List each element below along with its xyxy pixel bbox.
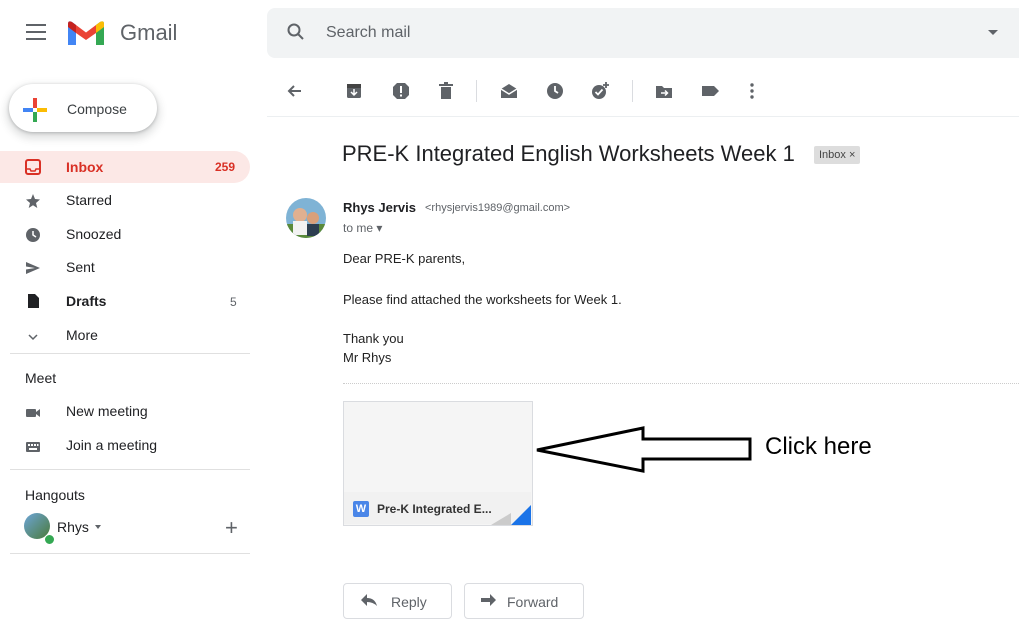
divider	[267, 116, 1019, 117]
compose-label: Compose	[67, 101, 127, 117]
add-hangout-plus-icon[interactable]: +	[225, 515, 238, 541]
email-body: Please find attached the worksheets for …	[343, 292, 622, 307]
search-options-caret-icon[interactable]	[988, 30, 998, 35]
forward-label: Forward	[507, 594, 559, 610]
inbox-icon	[25, 159, 41, 175]
toolbar-separator	[632, 80, 633, 102]
email-subject: PRE-K Integrated English Worksheets Week…	[342, 141, 795, 166]
archive-icon[interactable]	[344, 81, 364, 101]
sidebar-item-starred-label: Starred	[66, 192, 112, 208]
word-document-icon: W	[353, 501, 369, 517]
divider	[10, 353, 250, 354]
clock-icon	[25, 227, 41, 243]
sidebar-item-drafts-label: Drafts	[66, 293, 107, 309]
forward-arrow-icon	[478, 592, 498, 608]
search-input[interactable]	[326, 20, 926, 46]
search-icon[interactable]	[286, 22, 306, 42]
attachment-corner-fold-icon	[491, 505, 531, 525]
sender-email: <rhysjervis1989@gmail.com>	[425, 202, 571, 214]
add-task-icon[interactable]	[590, 81, 610, 101]
arrow-annotation-icon	[535, 425, 755, 475]
star-icon	[25, 193, 41, 209]
email-greeting: Dear PRE-K parents,	[343, 251, 466, 266]
recipient-details-toggle[interactable]: to me ▾	[343, 221, 382, 235]
sidebar-item-snoozed-label: Snoozed	[66, 226, 122, 242]
meet-title: Meet	[25, 370, 57, 386]
reply-label: Reply	[391, 594, 427, 610]
back-arrow-icon[interactable]	[285, 81, 305, 101]
label-icon[interactable]	[700, 81, 720, 101]
sidebar-item-more-label: More	[66, 327, 98, 343]
reply-icon	[359, 592, 379, 608]
divider	[10, 469, 250, 470]
email-closing: Thank you	[343, 331, 404, 346]
email-signature: Mr Rhys	[343, 350, 392, 365]
inbox-count: 259	[215, 160, 236, 174]
sender-name: Rhys Jervis	[343, 200, 416, 215]
chevron-down-icon	[25, 329, 41, 345]
inbox-label-chip[interactable]: Inbox ×	[814, 146, 861, 164]
annotation-label: Click here	[765, 433, 872, 460]
sidebar-item-inbox-label: Inbox	[66, 159, 104, 175]
attachment-name: Pre-K Integrated E...	[377, 502, 492, 516]
send-icon	[25, 260, 41, 276]
drafts-count: 5	[230, 295, 237, 309]
move-to-icon[interactable]	[654, 81, 674, 101]
divider	[10, 553, 250, 554]
report-spam-icon[interactable]	[391, 81, 411, 101]
snooze-clock-icon[interactable]	[545, 81, 565, 101]
hangouts-title: Hangouts	[25, 487, 85, 503]
keyboard-icon	[25, 439, 41, 455]
avatar[interactable]	[286, 198, 326, 238]
plus-icon	[23, 98, 47, 122]
more-options-icon[interactable]	[742, 81, 762, 101]
trash-icon[interactable]	[436, 81, 456, 101]
online-status-icon	[44, 534, 55, 545]
draft-icon	[25, 293, 41, 309]
main-menu-button[interactable]	[26, 24, 46, 40]
join-meeting-link[interactable]: Join a meeting	[66, 437, 157, 453]
toolbar-separator	[476, 80, 477, 102]
gmail-logo-icon[interactable]	[66, 17, 106, 47]
video-icon	[25, 405, 41, 421]
sidebar-item-sent-label: Sent	[66, 259, 95, 275]
new-meeting-link[interactable]: New meeting	[66, 403, 148, 419]
mark-unread-icon[interactable]	[499, 81, 519, 101]
divider	[343, 383, 1019, 384]
hangouts-user-name[interactable]: Rhys	[57, 519, 89, 535]
user-dropdown-caret-icon[interactable]	[95, 525, 101, 529]
app-name: Gmail	[120, 20, 178, 45]
